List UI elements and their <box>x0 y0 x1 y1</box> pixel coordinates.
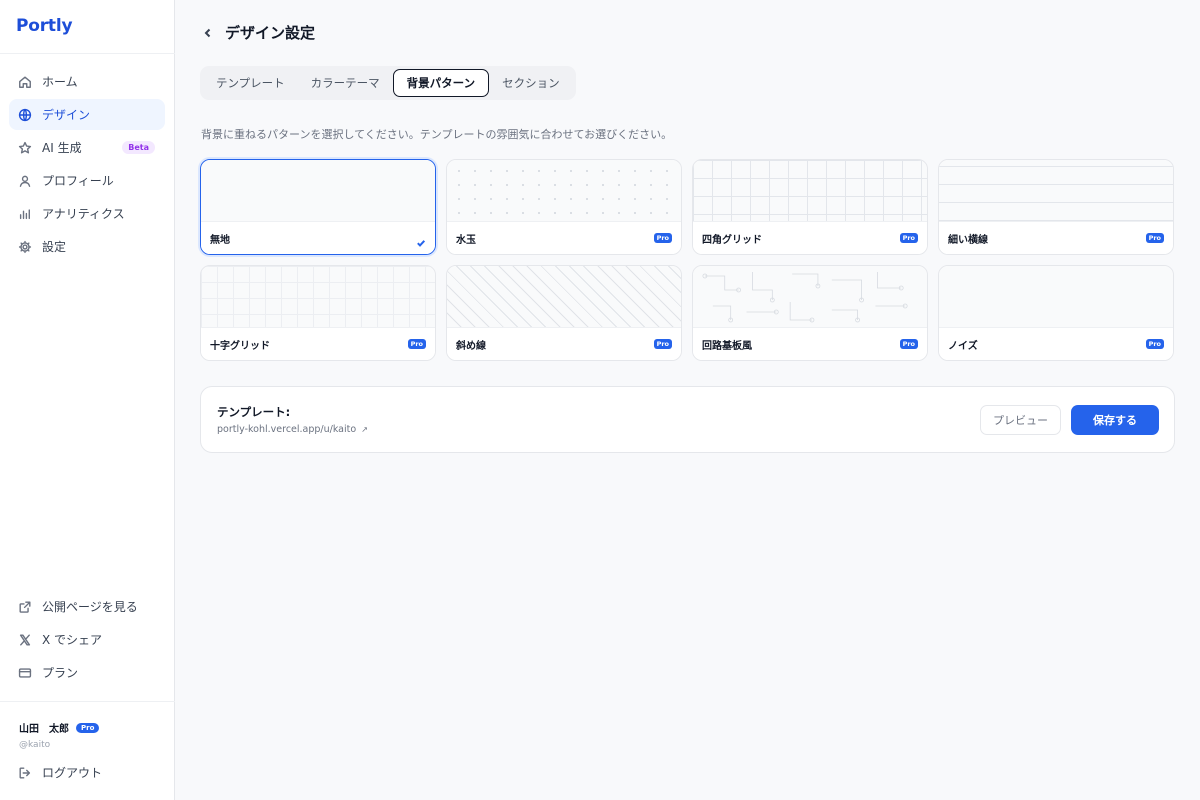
back-button[interactable] <box>201 26 215 40</box>
logout-icon <box>18 766 32 780</box>
sidebar-item-settings[interactable]: 設定 <box>9 231 165 262</box>
main-content: デザイン設定 テンプレート カラーテーマ 背景パターン セクション 背景に重ねる… <box>175 0 1200 800</box>
pattern-grid: 無地 水玉 Pro 四角グリッド Pro 細い横線 Pro 十字グリッド Pro… <box>200 159 1175 361</box>
pattern-card-diagonal-lines[interactable]: 斜め線 Pro <box>446 265 682 361</box>
pattern-card-dots[interactable]: 水玉 Pro <box>446 159 682 255</box>
sidebar-item-ai-generate[interactable]: AI 生成 Beta <box>9 132 165 163</box>
sidebar-nav: ホーム デザイン AI 生成 Beta プロフィール アナリティクス 設定 <box>9 66 165 264</box>
sidebar-item-label: プラン <box>42 666 79 680</box>
pattern-card-plain[interactable]: 無地 <box>200 159 436 255</box>
pro-badge: Pro <box>407 339 426 349</box>
pattern-label: 斜め線 <box>456 340 486 352</box>
sidebar: Portly ホーム デザイン AI 生成 Beta プロフィール アナリティク… <box>0 0 175 800</box>
pro-badge: Pro <box>899 339 918 349</box>
home-icon <box>18 75 32 89</box>
sidebar-item-home[interactable]: ホーム <box>9 66 165 97</box>
pro-badge: Pro <box>1145 233 1164 243</box>
public-url-link[interactable]: portly-kohl.vercel.app/u/kaito ↗ <box>217 424 368 435</box>
globe-icon <box>18 108 32 122</box>
logout-container: ログアウト <box>9 757 165 790</box>
save-button[interactable]: 保存する <box>1071 405 1159 435</box>
chevron-left-icon <box>204 28 211 37</box>
sidebar-item-design[interactable]: デザイン <box>9 99 165 130</box>
tab-template[interactable]: テンプレート <box>203 69 298 97</box>
pattern-preview <box>201 160 435 222</box>
user-info: 山田 太郎 Pro @kaito <box>19 720 100 750</box>
sidebar-item-profile[interactable]: プロフィール <box>9 165 165 196</box>
pattern-preview <box>693 266 927 328</box>
external-link-icon: ↗ <box>361 425 368 434</box>
pattern-label: 水玉 <box>456 234 476 246</box>
pattern-card-thin-lines[interactable]: 細い横線 Pro <box>938 159 1174 255</box>
pattern-preview <box>693 160 927 222</box>
brand-logo[interactable]: Portly <box>16 16 73 36</box>
sidebar-item-label: 設定 <box>42 240 67 254</box>
pattern-card-square-grid[interactable]: 四角グリッド Pro <box>692 159 928 255</box>
credit-card-icon <box>18 666 32 680</box>
pro-badge: Pro <box>653 339 672 349</box>
gear-icon <box>18 240 32 254</box>
sidebar-item-share-x[interactable]: X でシェア <box>9 624 165 655</box>
beta-badge: Beta <box>122 141 155 154</box>
tab-background-pattern[interactable]: 背景パターン <box>392 69 490 97</box>
pro-badge: Pro <box>1145 339 1164 349</box>
preview-button[interactable]: プレビュー <box>980 405 1061 435</box>
pattern-card-circuit[interactable]: 回路基板風 Pro <box>692 265 928 361</box>
sidebar-item-plan[interactable]: プラン <box>9 657 165 688</box>
plan-badge: Pro <box>76 722 100 733</box>
page-title: デザイン設定 <box>225 24 316 42</box>
check-icon <box>416 233 426 247</box>
pattern-preview <box>201 266 435 328</box>
pro-badge: Pro <box>899 233 918 243</box>
user-icon <box>18 174 32 188</box>
pattern-card-cross-grid[interactable]: 十字グリッド Pro <box>200 265 436 361</box>
logout-label: ログアウト <box>42 766 103 780</box>
sidebar-item-view-public-page[interactable]: 公開ページを見る <box>9 591 165 622</box>
pattern-preview <box>939 266 1173 328</box>
user-handle: @kaito <box>19 740 51 750</box>
divider <box>0 701 175 702</box>
pattern-label: 十字グリッド <box>210 340 270 352</box>
divider <box>0 53 175 54</box>
pattern-label: 回路基板風 <box>702 340 752 352</box>
star-icon <box>18 141 32 155</box>
sidebar-item-analytics[interactable]: アナリティクス <box>9 198 165 229</box>
tab-section[interactable]: セクション <box>489 69 573 97</box>
external-link-icon <box>18 600 32 614</box>
pattern-label: 無地 <box>210 234 230 246</box>
pro-badge: Pro <box>653 233 672 243</box>
bar-chart-icon <box>18 207 32 221</box>
sidebar-item-label: 公開ページを見る <box>42 600 138 614</box>
pattern-preview <box>447 160 681 222</box>
user-name: 山田 太郎 <box>19 724 69 735</box>
pattern-preview <box>939 160 1173 222</box>
pattern-label: 四角グリッド <box>702 234 762 246</box>
pattern-label: ノイズ <box>948 340 978 352</box>
sidebar-item-label: AI 生成 <box>42 141 82 155</box>
pattern-preview <box>447 266 681 328</box>
public-url: portly-kohl.vercel.app/u/kaito <box>217 424 357 435</box>
sidebar-item-label: デザイン <box>42 108 91 122</box>
sidebar-item-label: ホーム <box>42 75 78 89</box>
logout-button[interactable]: ログアウト <box>9 757 165 788</box>
pattern-label: 細い横線 <box>948 234 988 246</box>
template-label: テンプレート: <box>217 405 291 419</box>
page-header: デザイン設定 <box>201 22 315 43</box>
sidebar-item-label: アナリティクス <box>42 207 125 221</box>
sidebar-item-label: X でシェア <box>42 633 103 647</box>
sidebar-bottom-nav: 公開ページを見る X でシェア プラン <box>9 591 165 690</box>
save-bar: テンプレート: portly-kohl.vercel.app/u/kaito ↗… <box>200 386 1175 453</box>
pattern-description: 背景に重ねるパターンを選択してください。テンプレートの雰囲気に合わせてお選びくだ… <box>201 128 673 141</box>
design-tabs: テンプレート カラーテーマ 背景パターン セクション <box>200 66 576 100</box>
tab-color-theme[interactable]: カラーテーマ <box>298 69 393 97</box>
x-logo-icon <box>18 633 32 647</box>
sidebar-item-label: プロフィール <box>42 174 114 188</box>
pattern-card-noise[interactable]: ノイズ Pro <box>938 265 1174 361</box>
